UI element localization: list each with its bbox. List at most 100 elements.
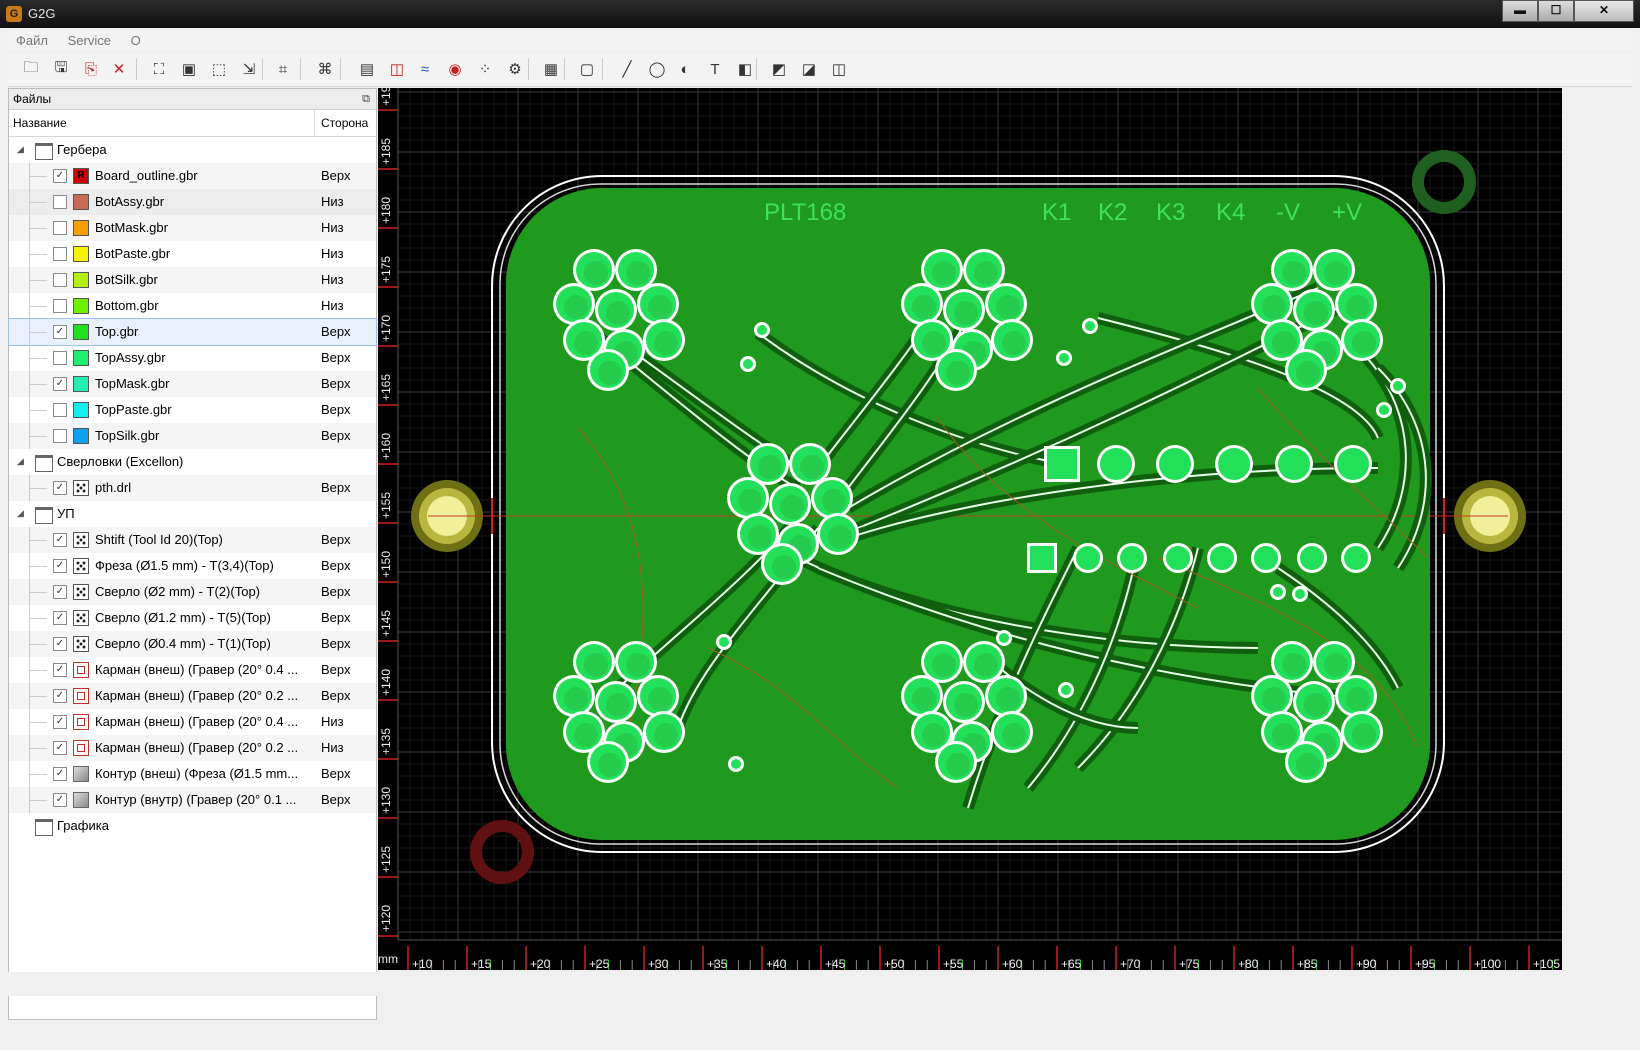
zoom-all-icon[interactable]: ▣ [178, 58, 200, 80]
merge-icon[interactable]: ◧ [734, 58, 756, 80]
ellipse-icon[interactable]: ◯ [646, 58, 668, 80]
file-row[interactable]: ✓ Сверло (Ø1.2 mm) - T(5)(Top) Верх [9, 605, 376, 631]
visibility-checkbox[interactable] [53, 403, 67, 417]
column-name-header[interactable]: Название [13, 116, 67, 130]
visibility-checkbox[interactable] [53, 429, 67, 443]
file-row[interactable]: ✓ Shtift (Tool Id 20)(Top) Верх [9, 527, 376, 553]
tree-group[interactable]: Графика [9, 813, 376, 839]
file-row[interactable]: ✓ Фреза (Ø1.5 mm) - T(3,4)(Top) Верх [9, 553, 376, 579]
visibility-checkbox[interactable] [53, 247, 67, 261]
intersect-icon[interactable]: ◪ [798, 58, 820, 80]
file-row[interactable]: ✓ Карман (внеш) (Гравер (20° 0.2 ... Низ [9, 735, 376, 761]
visibility-checkbox[interactable]: ✓ [53, 325, 67, 339]
tree-group[interactable]: ◢ Сверловки (Excellon) [9, 449, 376, 475]
layer-color-swatch[interactable] [73, 428, 89, 444]
pcb-canvas[interactable]: +10 +15 +20 +25 +30 +35 +40 +45 +50 +55 +60 +65 +70 +… [378, 88, 1562, 970]
visibility-checkbox[interactable]: ✓ [53, 559, 67, 573]
clip-icon[interactable]: ◫ [828, 58, 850, 80]
visibility-checkbox[interactable]: ✓ [53, 481, 67, 495]
file-row[interactable]: ✓ Сверло (Ø2 mm) - T(2)(Top) Верх [9, 579, 376, 605]
file-row[interactable]: TopPaste.gbr Верх [9, 397, 376, 423]
visibility-checkbox[interactable]: ✓ [53, 169, 67, 183]
select-all-icon[interactable]: ⌗ [272, 58, 294, 80]
subtract-icon[interactable]: ◩ [768, 58, 790, 80]
tool-db-icon[interactable]: ⚙ [504, 58, 526, 80]
file-row[interactable]: ✓ Сверло (Ø0.4 mm) - T(1)(Top) Верх [9, 631, 376, 657]
file-row[interactable]: ✓ pth.drl Верх [9, 475, 376, 501]
visibility-checkbox[interactable]: ✓ [53, 663, 67, 677]
expand-arrow-icon[interactable]: ◢ [17, 508, 24, 519]
layer-color-swatch[interactable] [73, 220, 89, 236]
visibility-checkbox[interactable] [53, 351, 67, 365]
undock-icon[interactable]: ⧉ [362, 89, 370, 109]
maximize-button[interactable]: ☐ [1538, 0, 1574, 22]
visibility-checkbox[interactable]: ✓ [53, 689, 67, 703]
visibility-checkbox[interactable]: ✓ [53, 533, 67, 547]
visibility-checkbox[interactable] [53, 195, 67, 209]
layer-color-swatch[interactable] [73, 298, 89, 314]
gcode-properties-icon[interactable]: ▤ [356, 58, 378, 80]
file-row[interactable]: BotMask.gbr Низ [9, 215, 376, 241]
export-pdf-icon[interactable]: ⎘ [80, 58, 102, 80]
save-icon[interactable]: 🖫 [50, 58, 72, 80]
visibility-checkbox[interactable]: ✓ [53, 377, 67, 391]
file-row[interactable]: ✓ Карман (внеш) (Гравер (20° 0.4 ... Низ [9, 709, 376, 735]
visibility-checkbox[interactable] [53, 221, 67, 235]
file-row[interactable]: TopSilk.gbr Верх [9, 423, 376, 449]
snap-icon[interactable]: ⌘ [314, 58, 336, 80]
layer-color-swatch[interactable] [73, 194, 89, 210]
visibility-checkbox[interactable]: ✓ [53, 767, 67, 781]
open-icon[interactable]: 🗀 [20, 58, 42, 80]
layer-color-swatch[interactable] [73, 246, 89, 262]
layer-color-swatch[interactable] [73, 376, 89, 392]
visibility-checkbox[interactable]: ✓ [53, 611, 67, 625]
file-row[interactable]: ✓ TopMask.gbr Верх [9, 371, 376, 397]
layer-color-swatch[interactable] [73, 272, 89, 288]
visibility-checkbox[interactable] [53, 273, 67, 287]
text-icon[interactable]: T [704, 58, 726, 80]
layer-color-swatch[interactable] [73, 402, 89, 418]
arc-icon[interactable]: ◐ [674, 58, 696, 80]
minimize-button[interactable]: ▬ [1502, 0, 1538, 22]
file-row[interactable]: Bottom.gbr Низ [9, 293, 376, 319]
file-row[interactable]: ✓ Контур (внутр) (Гравер (20° 0.1 ... Верх [9, 787, 376, 813]
column-side-header[interactable]: Сторона [321, 116, 368, 130]
layer-color-swatch[interactable]: R [73, 168, 89, 184]
file-row[interactable]: ✓ Top.gbr Верх [8, 318, 377, 346]
expand-arrow-icon[interactable]: ◢ [17, 144, 24, 155]
layer-color-swatch[interactable] [73, 350, 89, 366]
visibility-checkbox[interactable] [53, 299, 67, 313]
zoom-fit-icon[interactable]: ⛶ [148, 58, 170, 80]
menu-file[interactable]: Файл [8, 30, 56, 51]
zoom-to-icon[interactable]: ⇲ [238, 58, 260, 80]
pcb-view[interactable]: +10 +15 +20 +25 +30 +35 +40 +45 +50 +55 +60 +65 +70 +… [378, 88, 1562, 970]
close-all-icon[interactable]: ✕ [108, 58, 130, 80]
file-row[interactable]: TopAssy.gbr Верх [9, 345, 376, 371]
line-icon[interactable]: ╱ [616, 58, 638, 80]
layer-color-swatch[interactable] [73, 324, 89, 340]
profile-icon[interactable]: ≈ [414, 58, 436, 80]
visibility-checkbox[interactable]: ✓ [53, 741, 67, 755]
zoom-selection-icon[interactable]: ⬚ [208, 58, 230, 80]
file-row[interactable]: ✓ Контур (внеш) (Фреза (Ø1.5 mm... Верх [9, 761, 376, 787]
file-row[interactable]: ✓ Карман (внеш) (Гравер (20° 0.2 ... Верх [9, 683, 376, 709]
file-row[interactable]: ✓ Карман (внеш) (Гравер (20° 0.4 ... Верх [9, 657, 376, 683]
tree-group[interactable]: ◢ УП [9, 501, 376, 527]
drill-icon[interactable]: ◉ [444, 58, 466, 80]
visibility-checkbox[interactable]: ✓ [53, 585, 67, 599]
settings-icon[interactable]: ▦ [540, 58, 562, 80]
menu-help[interactable]: О [123, 30, 149, 51]
tree-group[interactable]: ◢ Гербера [9, 137, 376, 163]
menu-service[interactable]: Service [60, 30, 119, 51]
expand-arrow-icon[interactable]: ◢ [17, 456, 24, 467]
visibility-checkbox[interactable]: ✓ [53, 793, 67, 807]
file-row[interactable]: BotSilk.gbr Низ [9, 267, 376, 293]
file-row[interactable]: BotPaste.gbr Низ [9, 241, 376, 267]
visibility-checkbox[interactable]: ✓ [53, 637, 67, 651]
file-row[interactable]: ✓ R Board_outline.gbr Верх [9, 163, 376, 189]
file-row[interactable]: BotAssy.gbr Низ [9, 189, 376, 215]
pocket-icon[interactable]: ◫ [386, 58, 408, 80]
points-icon[interactable]: ⁘ [474, 58, 496, 80]
shape-rect-icon[interactable]: ▢ [576, 58, 598, 80]
close-button[interactable]: ✕ [1574, 0, 1634, 22]
